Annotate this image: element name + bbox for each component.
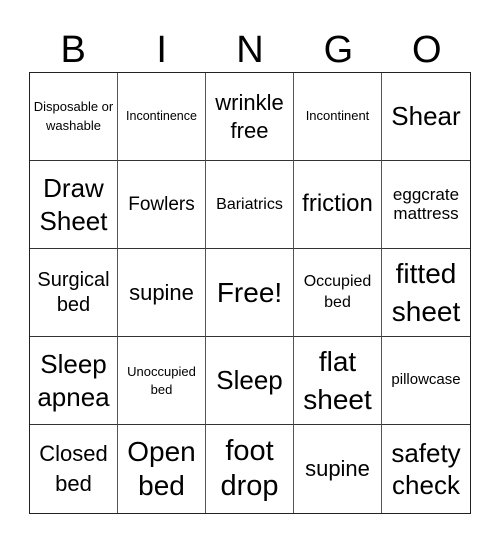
bingo-cell[interactable]: Disposable or washable [30,73,118,161]
header-letter-b: B [60,29,86,71]
bingo-cell[interactable]: safety check [382,425,470,513]
header-letter-g: G [323,29,354,71]
bingo-cell[interactable]: friction [294,161,382,249]
free-space-cell[interactable]: Free! [206,249,294,337]
bingo-cell[interactable]: Fowlers [118,161,206,249]
bingo-cell[interactable]: Sleep apnea [30,337,118,425]
bingo-cell[interactable]: Open bed [118,425,206,513]
bingo-cell[interactable]: flat sheet [294,337,382,425]
header-letter-n: N [236,29,264,71]
bingo-cell[interactable]: Incontinence [118,73,206,161]
bingo-cell[interactable]: Sleep [206,337,294,425]
bingo-cell[interactable]: supine [294,425,382,513]
bingo-cell[interactable]: Unoccupied bed [118,337,206,425]
bingo-header: B I N G O [29,28,471,72]
bingo-cell[interactable]: Draw Sheet [30,161,118,249]
header-letter-i: I [156,29,167,71]
bingo-cell[interactable]: pillowcase [382,337,470,425]
bingo-cell[interactable]: Bariatrics [206,161,294,249]
bingo-cell[interactable]: foot drop [206,425,294,513]
bingo-card-grid: Disposable or washable Incontinence wrin… [29,72,471,514]
bingo-cell[interactable]: Occupied bed [294,249,382,337]
bingo-cell[interactable]: Incontinent [294,73,382,161]
bingo-cell[interactable]: eggcrate mattress [382,161,470,249]
bingo-cell[interactable]: supine [118,249,206,337]
bingo-cell[interactable]: Shear [382,73,470,161]
bingo-cell[interactable]: Closed bed [30,425,118,513]
bingo-cell[interactable]: fitted sheet [382,249,470,337]
bingo-cell[interactable]: wrinkle free [206,73,294,161]
header-letter-o: O [412,29,442,71]
bingo-cell[interactable]: Surgical bed [30,249,118,337]
